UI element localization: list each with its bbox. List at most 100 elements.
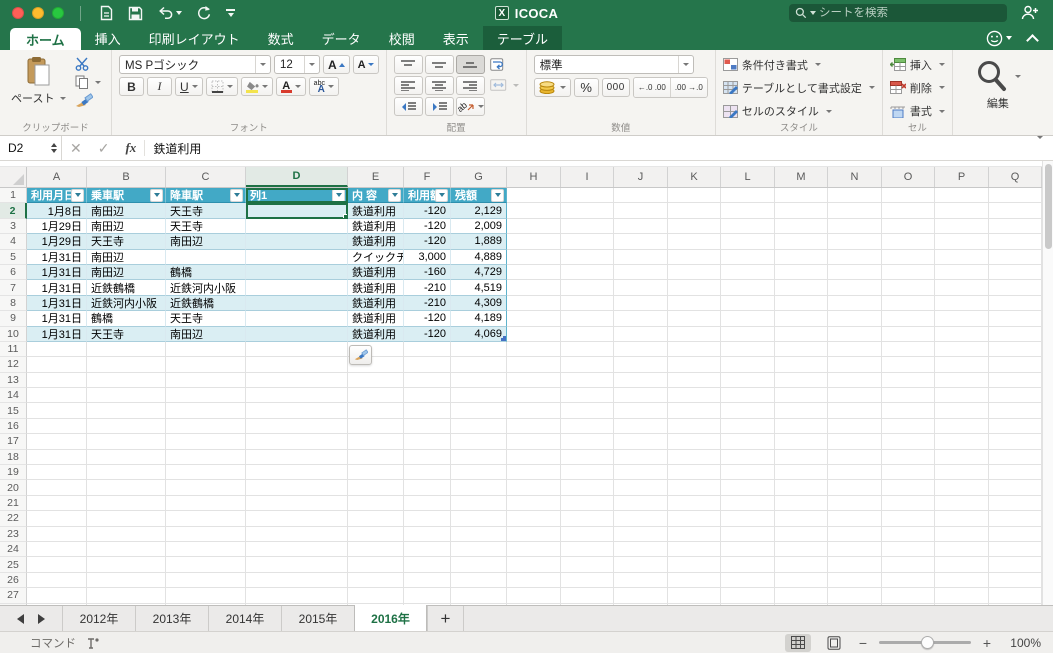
sheet-tab-2014年[interactable]: 2014年 [208, 606, 281, 631]
cell-O8[interactable] [882, 295, 935, 312]
row-number-21[interactable]: 21 [0, 495, 27, 512]
cell-G6[interactable]: 4,729 [451, 264, 507, 281]
cell-N16[interactable] [828, 418, 882, 435]
cell-M22[interactable] [775, 511, 828, 527]
cell-P12[interactable] [935, 357, 989, 373]
cell-K13[interactable] [668, 372, 721, 389]
cell-P5[interactable] [935, 249, 989, 265]
cell-D4[interactable] [246, 234, 348, 250]
cell-C4[interactable]: 南田辺 [166, 234, 246, 250]
cell-Q25[interactable] [989, 557, 1042, 573]
cell-N27[interactable] [828, 588, 882, 604]
align-top-button[interactable] [393, 55, 423, 74]
cell-H6[interactable] [507, 264, 561, 281]
sheet-tab-2015年[interactable]: 2015年 [281, 606, 354, 631]
cell-M11[interactable] [775, 341, 828, 358]
edit-find-button[interactable]: 編集 [971, 58, 1025, 127]
cell-L18[interactable] [721, 449, 775, 466]
cell-O1[interactable] [882, 188, 935, 204]
cell-Q2[interactable] [989, 203, 1042, 219]
cell-G17[interactable] [451, 434, 507, 450]
cell-D22[interactable] [246, 511, 348, 527]
row-number-1[interactable]: 1 [0, 188, 27, 204]
font-name-combo[interactable]: MS Pゴシック [119, 55, 271, 74]
cell-Q6[interactable] [989, 264, 1042, 281]
cell-J2[interactable] [614, 203, 668, 219]
cell-F12[interactable] [404, 357, 451, 373]
cell-C24[interactable] [166, 541, 246, 558]
cell-N8[interactable] [828, 295, 882, 312]
cell-K7[interactable] [668, 280, 721, 296]
cell-H22[interactable] [507, 511, 561, 527]
cell-D20[interactable] [246, 480, 348, 496]
cell-B3[interactable]: 南田辺 [87, 218, 166, 235]
row-number-4[interactable]: 4 [0, 234, 27, 250]
cell-P9[interactable] [935, 311, 989, 327]
cell-D17[interactable] [246, 434, 348, 450]
cell-F18[interactable] [404, 449, 451, 466]
cell-L20[interactable] [721, 480, 775, 496]
cell-K10[interactable] [668, 326, 721, 342]
cell-I16[interactable] [561, 418, 614, 435]
cell-G19[interactable] [451, 465, 507, 481]
cancel-entry-icon[interactable]: ✕ [62, 140, 90, 157]
cell-M27[interactable] [775, 588, 828, 604]
cell-G12[interactable] [451, 357, 507, 373]
cell-J26[interactable] [614, 572, 668, 589]
cell-B11[interactable] [87, 341, 166, 358]
cell-D23[interactable] [246, 526, 348, 542]
feedback-smiley-icon[interactable] [986, 30, 1012, 47]
cell-L3[interactable] [721, 218, 775, 235]
cell-N20[interactable] [828, 480, 882, 496]
ribbon-tab-表示[interactable]: 表示 [429, 26, 483, 50]
cell-A19[interactable] [27, 465, 87, 481]
cell-L8[interactable] [721, 295, 775, 312]
row-number-15[interactable]: 15 [0, 403, 27, 419]
cell-Q10[interactable] [989, 326, 1042, 342]
cell-H10[interactable] [507, 326, 561, 342]
cell-B14[interactable] [87, 388, 166, 404]
cell-Q11[interactable] [989, 341, 1042, 358]
row-number-26[interactable]: 26 [0, 572, 27, 589]
sheet-tab-2012年[interactable]: 2012年 [62, 606, 135, 631]
column-header-M[interactable]: M [775, 167, 828, 187]
formula-bar-expand-icon[interactable] [1037, 136, 1053, 157]
cell-H4[interactable] [507, 234, 561, 250]
cell-P25[interactable] [935, 557, 989, 573]
cell-O19[interactable] [882, 465, 935, 481]
cell-I13[interactable] [561, 372, 614, 389]
cell-H5[interactable] [507, 249, 561, 265]
filter-dropdown-icon[interactable] [150, 188, 163, 202]
row-number-11[interactable]: 11 [0, 341, 27, 358]
cell-F7[interactable]: -210 [404, 280, 451, 296]
cell-H25[interactable] [507, 557, 561, 573]
cell-I3[interactable] [561, 218, 614, 235]
cell-M7[interactable] [775, 280, 828, 296]
underline-button[interactable]: U [175, 77, 203, 96]
cell-M14[interactable] [775, 388, 828, 404]
filter-dropdown-icon[interactable] [71, 188, 84, 202]
cell-A17[interactable] [27, 434, 87, 450]
cell-Q15[interactable] [989, 403, 1042, 419]
row-number-6[interactable]: 6 [0, 264, 27, 281]
quick-format-brush-button[interactable] [349, 345, 372, 365]
cell-M20[interactable] [775, 480, 828, 496]
cell-B16[interactable] [87, 418, 166, 435]
ribbon-tab-テーブル[interactable]: テーブル [482, 26, 562, 50]
cell-C16[interactable] [166, 418, 246, 435]
vertical-scrollbar-thumb[interactable] [1044, 164, 1052, 249]
cell-M18[interactable] [775, 449, 828, 466]
cell-H26[interactable] [507, 572, 561, 589]
ribbon-tab-挿入[interactable]: 挿入 [81, 26, 135, 50]
cell-P10[interactable] [935, 326, 989, 342]
cell-G21[interactable] [451, 495, 507, 512]
cell-B6[interactable]: 南田辺 [87, 264, 166, 281]
cell-H12[interactable] [507, 357, 561, 373]
cell-G13[interactable] [451, 372, 507, 389]
column-header-P[interactable]: P [935, 167, 989, 187]
cell-K4[interactable] [668, 234, 721, 250]
cell-G23[interactable] [451, 526, 507, 542]
cell-A9[interactable]: 1月31日 [27, 311, 87, 327]
bold-button[interactable]: B [119, 77, 144, 96]
cell-K19[interactable] [668, 465, 721, 481]
